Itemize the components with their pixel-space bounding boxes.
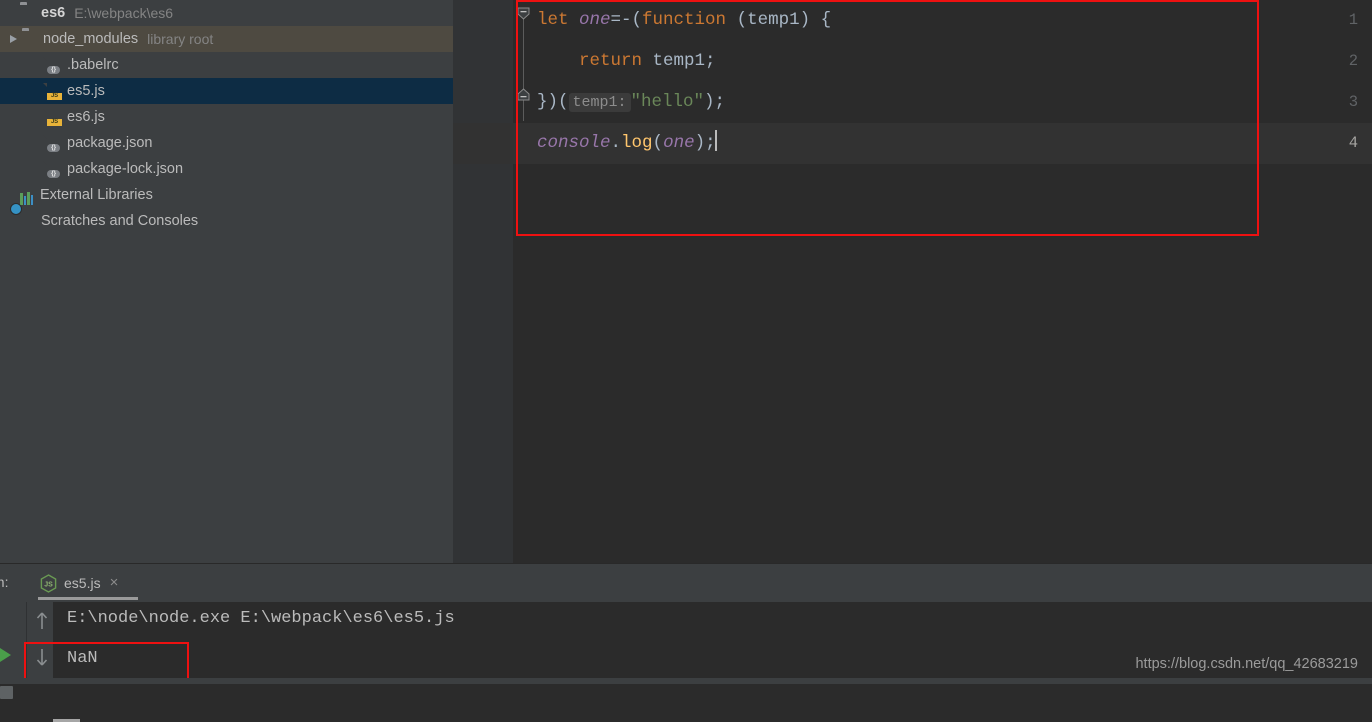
code-token-plain: (temp1) {: [726, 10, 832, 30]
tree-item-label: .babelrc: [67, 57, 119, 73]
tree-item-scratches-and-consoles[interactable]: Scratches and Consoles: [0, 208, 453, 234]
run-tool-window: un: JS es5.js ×: [0, 564, 1372, 722]
folder-icon: [20, 5, 37, 22]
tree-item-annotation: E:\webpack\es6: [74, 5, 174, 21]
down-arrow-icon[interactable]: [35, 646, 49, 668]
watermark-url: https://blog.csdn.net/qq_42683219: [1135, 656, 1358, 672]
run-tab-label: es5.js: [64, 575, 101, 591]
tree-item-annotation: library root: [147, 31, 214, 47]
code-token-plain: );: [704, 92, 726, 112]
tree-item-es6[interactable]: es6 E:\webpack\es6: [0, 0, 453, 26]
tree-item-label: es6: [41, 5, 66, 21]
tree-item-label: Scratches and Consoles: [41, 213, 199, 229]
tree-item-es5-js[interactable]: JS es5.js: [0, 78, 453, 104]
code-line-3[interactable]: })(temp1: "hello");: [537, 82, 725, 123]
code-editor[interactable]: 1 2 3 4 let one=-(function (temp1) { ret…: [453, 0, 1372, 563]
code-text-area[interactable]: let one=-(function (temp1) { return temp…: [453, 0, 1372, 563]
tree-item-label: package-lock.json: [67, 161, 184, 177]
code-token-keyword: let: [537, 10, 580, 30]
code-line-4[interactable]: console.log(one);: [537, 123, 717, 164]
tree-item-label: package.json: [67, 135, 153, 151]
code-token-keyword: function: [642, 10, 727, 30]
tree-item-label: External Libraries: [40, 187, 153, 203]
stop-icon[interactable]: [0, 686, 13, 699]
bottom-status-strip: [0, 678, 1372, 684]
code-token-plain: (: [652, 133, 664, 153]
tree-item-package-json[interactable]: {} package.json: [0, 130, 453, 156]
tree-item-label: es5.js: [67, 83, 105, 99]
tree-item-es6-js[interactable]: JS es6.js: [0, 104, 453, 130]
json-file-icon: {}: [46, 135, 63, 152]
code-token-plain: );: [694, 133, 716, 153]
js-file-icon: JS: [46, 109, 63, 126]
text-caret: [714, 130, 717, 151]
scratches-clock-icon: [20, 213, 37, 230]
project-tree-panel: es6 E:\webpack\es6 node_modules library roo…: [0, 0, 453, 563]
run-tab-active-underline: [38, 597, 138, 600]
tree-item-external-libraries[interactable]: External Libraries: [0, 182, 453, 208]
tree-item-node-modules[interactable]: node_modules library root: [0, 26, 453, 52]
code-token-plain: })(: [537, 92, 569, 112]
rerun-play-icon[interactable]: [0, 648, 11, 662]
code-token-variable: one: [579, 10, 611, 30]
run-tool-window-title: un:: [0, 574, 9, 590]
code-line-2[interactable]: return temp1;: [537, 41, 716, 82]
folder-icon: [22, 31, 39, 48]
tree-item-label: node_modules: [43, 31, 139, 47]
tree-item-babelrc[interactable]: {} .babelrc: [0, 52, 453, 78]
tree-item-label: es6.js: [67, 109, 105, 125]
console-nav-gutter: [26, 602, 80, 722]
expand-arrow-icon[interactable]: [6, 32, 21, 47]
parameter-hint-inlay: temp1:: [568, 93, 631, 112]
run-toolbar: [0, 602, 26, 699]
run-tab-es5[interactable]: JS es5.js ×: [40, 571, 118, 595]
ide-window: es6 E:\webpack\es6 node_modules library roo…: [0, 0, 1372, 722]
code-token-variable: one: [663, 133, 695, 153]
code-token-plain: .: [610, 133, 622, 153]
console-line-output: NaN: [67, 649, 98, 668]
svg-text:JS: JS: [44, 581, 53, 588]
run-tool-window-header: un: JS es5.js ×: [0, 564, 1372, 602]
code-token-variable: console: [537, 133, 611, 153]
code-token-plain: temp1;: [642, 51, 716, 71]
close-icon[interactable]: ×: [110, 575, 119, 590]
code-token-keyword: return: [579, 51, 643, 71]
nodejs-icon: JS: [40, 573, 57, 593]
tree-item-package-lock-json[interactable]: {} package-lock.json: [0, 156, 453, 182]
code-line-1[interactable]: let one=-(function (temp1) {: [537, 0, 831, 41]
code-token-function: log: [621, 133, 653, 153]
code-token-string: "hello": [630, 92, 705, 112]
json-file-icon: {}: [46, 57, 63, 74]
code-token-operator: =-(: [610, 10, 643, 30]
json-file-icon: {}: [46, 161, 63, 178]
js-file-icon: JS: [46, 83, 63, 100]
library-bars-icon: [20, 189, 36, 205]
console-line-command: E:\node\node.exe E:\webpack\es6\es5.js: [67, 609, 455, 628]
up-arrow-icon[interactable]: [35, 610, 49, 632]
